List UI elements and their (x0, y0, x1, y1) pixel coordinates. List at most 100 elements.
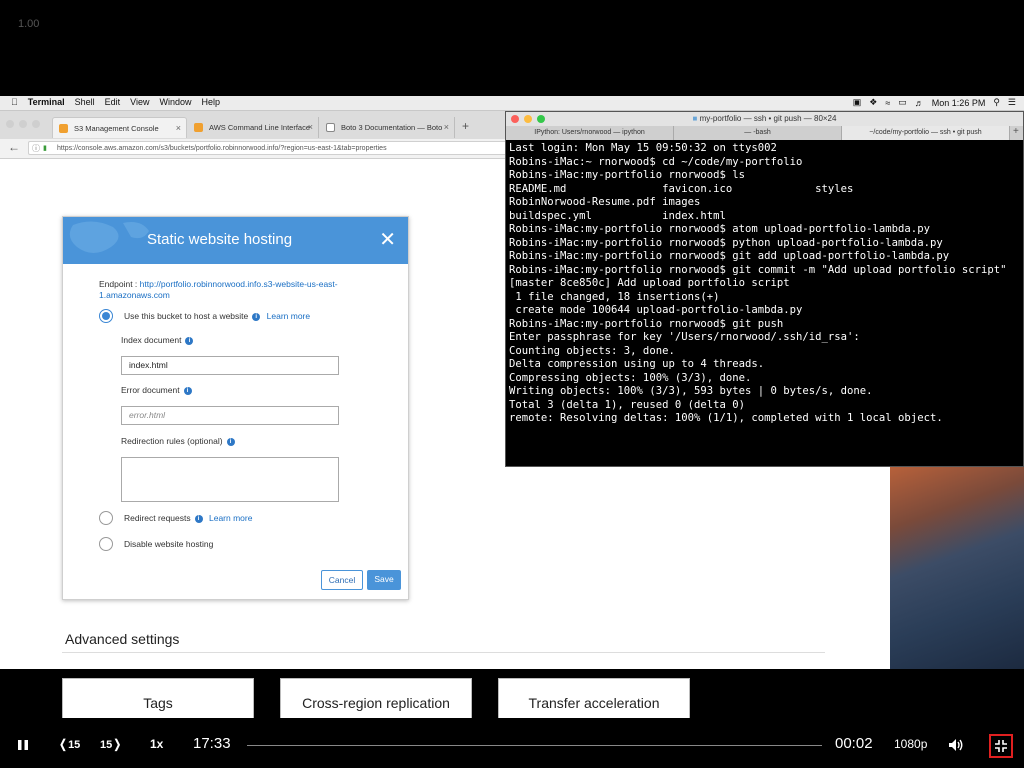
terminal-line: Enter passphrase for key '/Users/rnorwoo… (509, 331, 860, 343)
info-icon[interactable]: i (252, 312, 261, 321)
transfer-acceleration-card[interactable]: Transfer acceleration (498, 678, 690, 718)
window-minimize-control[interactable] (524, 115, 532, 123)
volume-icon[interactable] (948, 737, 964, 753)
tab-close-icon[interactable]: × (444, 122, 449, 132)
terminal-line: remote: Resolving deltas: 100% (1/1), co… (509, 412, 943, 424)
info-icon[interactable]: i (194, 514, 203, 523)
rewind-15-button[interactable]: ❬15 (58, 737, 80, 751)
browser-tab-aws-cli[interactable]: AWS Command Line Interface × (188, 117, 319, 138)
playback-speed-button[interactable]: 1x (150, 737, 163, 751)
browser-tab-boto3[interactable]: Boto 3 Documentation — Boto × (320, 117, 455, 138)
save-button[interactable]: Save (367, 570, 401, 590)
new-tab-button[interactable]: + (1013, 126, 1019, 137)
menu-view[interactable]: View (125, 97, 154, 107)
tab-label: S3 Management Console (74, 123, 159, 133)
terminal-line: Writing objects: 100% (3/3), 593 bytes |… (509, 385, 873, 397)
divider (62, 652, 825, 653)
advanced-settings-heading: Advanced settings (65, 631, 180, 647)
terminal-line: Robins-iMac:my-portfolio rnorwood$ atom … (509, 223, 930, 235)
terminal-line: Robins-iMac:my-portfolio rnorwood$ git p… (509, 317, 784, 330)
terminal-tab-git-push[interactable]: ~/code/my-portfolio — ssh • git push (842, 126, 1010, 140)
cross-region-replication-card[interactable]: Cross-region replication (280, 678, 472, 718)
redirection-rules-label: Redirection rules (optional) (121, 436, 223, 446)
redirect-requests-radio[interactable] (99, 511, 113, 525)
terminal-line: Robins-iMac:~ rnorwood$ cd ~/code/my-por… (509, 155, 803, 168)
screen-record-icon[interactable]: ▣ (853, 97, 862, 108)
terminal-line: Last login: Mon May 15 09:50:32 on ttys0… (509, 142, 777, 154)
terminal-tab-ipython[interactable]: IPython: Users/rnorwood — ipython (506, 126, 674, 140)
rewind-icon: ❬ (58, 737, 69, 751)
window-close-control[interactable] (6, 120, 14, 128)
window-close-control[interactable] (511, 115, 519, 123)
host-website-radio[interactable] (99, 309, 113, 323)
index-document-label-row: Index document i (121, 335, 194, 345)
notification-center-icon[interactable]: ☰ (1008, 97, 1016, 108)
window-minimize-control[interactable] (19, 120, 27, 128)
tab-close-icon[interactable]: × (308, 122, 313, 132)
terminal-line: Compressing objects: 100% (3/3), done. (509, 371, 752, 384)
quality-button[interactable]: 1080p (894, 737, 927, 751)
airplay-icon[interactable]: ▭ (898, 97, 907, 108)
info-icon[interactable]: ⓘ (32, 142, 40, 156)
terminal-line: Robins-iMac:my-portfolio rnorwood$ ls (509, 169, 745, 181)
static-website-hosting-dialog: Static website hosting ✕ Endpoint : http… (62, 216, 409, 600)
info-icon[interactable]: i (185, 336, 194, 345)
browser-tab-s3[interactable]: S3 Management Console × (52, 117, 187, 138)
menu-shell[interactable]: Shell (70, 97, 100, 107)
new-tab-button[interactable]: + (462, 119, 469, 133)
exit-fullscreen-button[interactable] (989, 734, 1013, 758)
terminal-tab-bash[interactable]: — -bash (674, 126, 842, 140)
info-icon[interactable]: i (226, 437, 235, 446)
menu-edit[interactable]: Edit (100, 97, 126, 107)
terminal-tab-bar: IPython: Users/rnorwood — ipython — -bas… (506, 126, 1023, 140)
menu-window[interactable]: Window (154, 97, 196, 107)
url-text: https://console.aws.amazon.com/s3/bucket… (57, 145, 387, 152)
progress-track[interactable] (247, 745, 822, 746)
window-zoom-control[interactable] (537, 115, 545, 123)
time-remaining: 17:33 (193, 735, 231, 752)
rewind-label: 15 (68, 739, 81, 751)
dropbox-icon[interactable]: ❖ (869, 97, 877, 108)
forward-icon: ❭ (112, 737, 123, 751)
terminal-line: Robins-iMac:my-portfolio rnorwood$ git a… (509, 250, 950, 262)
apple-menu-icon[interactable]:  (6, 97, 23, 107)
clock[interactable]: Mon 1:26 PM (932, 98, 986, 108)
dialog-header: Static website hosting ✕ (63, 217, 408, 264)
tags-card[interactable]: Tags (62, 678, 254, 718)
menu-help[interactable]: Help (197, 97, 226, 107)
redirection-rules-textarea[interactable] (121, 457, 339, 502)
terminal-output[interactable]: Last login: Mon May 15 09:50:32 on ttys0… (509, 142, 1019, 426)
learn-more-link[interactable]: Learn more (209, 513, 252, 523)
tab-close-icon[interactable]: × (176, 123, 181, 133)
terminal-line: 1 file changed, 18 insertions(+) (509, 290, 720, 303)
forward-15-button[interactable]: 15❭ (100, 737, 122, 751)
disable-hosting-radio[interactable] (99, 537, 113, 551)
close-icon[interactable]: ✕ (379, 227, 396, 252)
error-document-label: Error document (121, 385, 180, 395)
error-document-input[interactable]: error.html (121, 406, 339, 425)
terminal-title: my-portfolio — ssh • git push — 80×24 (699, 114, 837, 123)
terminal-line: buildspec.yml index.html (509, 209, 726, 222)
info-icon[interactable]: i (183, 386, 192, 395)
forward-label: 15 (100, 739, 113, 751)
doc-favicon-icon (326, 123, 335, 132)
wifi-icon[interactable]: ≈ (885, 98, 890, 108)
index-document-input[interactable]: index.html (121, 356, 339, 375)
terminal-line: Counting objects: 3, done. (509, 344, 675, 357)
terminal-line: Robins-iMac:my-portfolio rnorwood$ git c… (509, 263, 1007, 276)
exit-fullscreen-icon (995, 740, 1007, 752)
back-arrow-icon[interactable]: ← (8, 140, 20, 154)
cancel-button[interactable]: Cancel (321, 570, 363, 590)
world-map-decoration-icon (69, 221, 149, 253)
url-field[interactable]: ⓘ ▮ https://console.aws.amazon.com/s3/bu… (28, 141, 528, 155)
volume-menu-icon[interactable]: ♬ (915, 98, 924, 108)
terminal-window: ■ my-portfolio — ssh • git push — 80×24 … (505, 111, 1024, 467)
time-elapsed: 00:02 (835, 735, 873, 752)
pause-icon[interactable] (17, 739, 29, 751)
learn-more-link[interactable]: Learn more (267, 311, 310, 321)
spotlight-icon[interactable]: ⚲ (993, 97, 1000, 108)
menu-terminal[interactable]: Terminal (23, 97, 70, 107)
endpoint-label: Endpoint : (99, 279, 138, 289)
window-zoom-control[interactable] (32, 120, 40, 128)
terminal-line: [master 8ce850c] Add upload portfolio sc… (509, 277, 790, 289)
